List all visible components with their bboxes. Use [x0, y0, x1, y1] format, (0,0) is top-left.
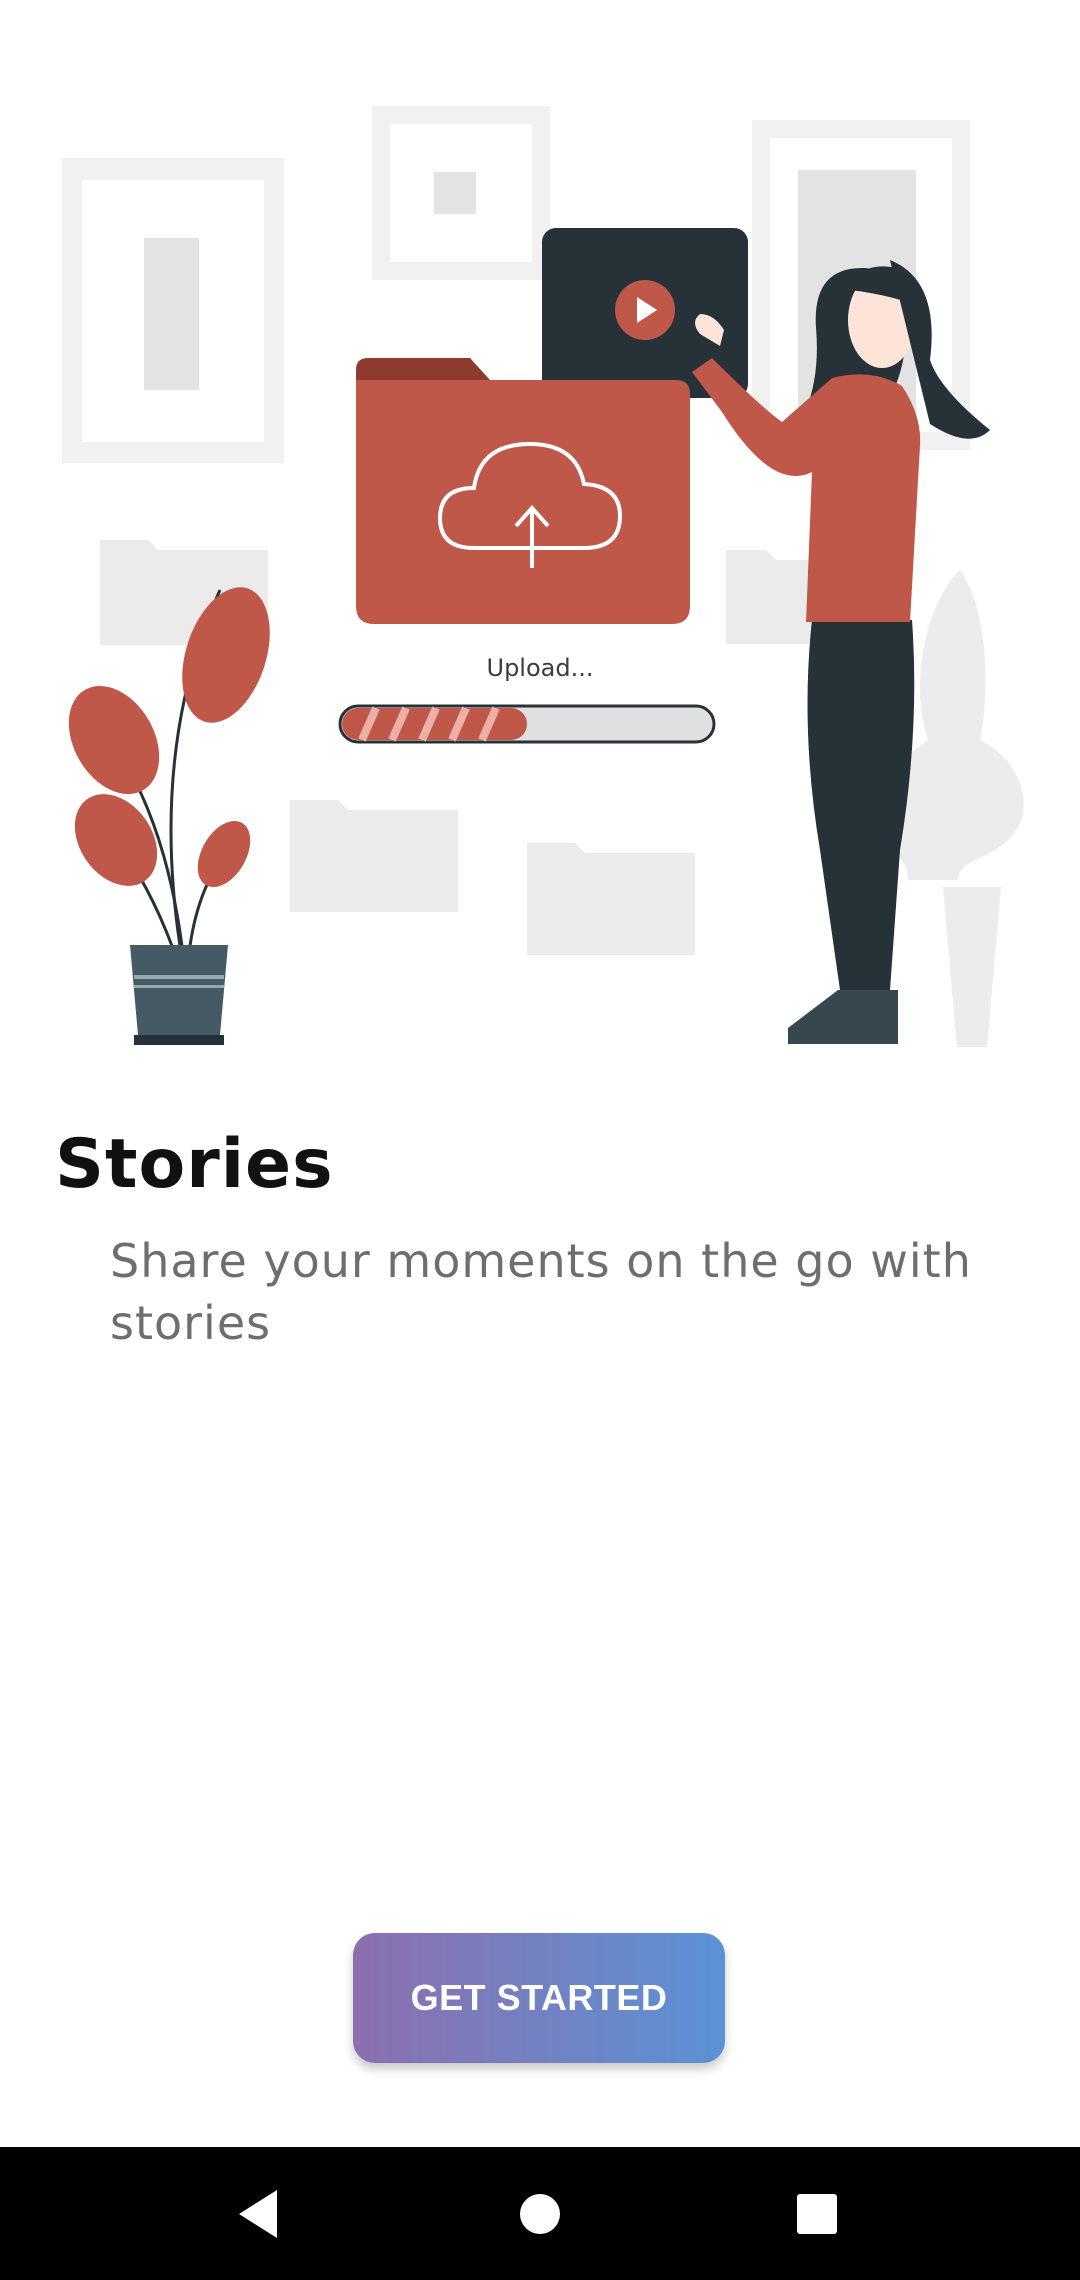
potted-plant — [68, 587, 270, 1045]
upload-label: Upload... — [487, 654, 594, 682]
page-title: Stories — [55, 1125, 334, 1204]
upload-progress-bar — [338, 704, 716, 744]
upload-folder — [356, 358, 690, 624]
picture-frame-top — [372, 106, 550, 280]
back-icon[interactable] — [214, 2169, 304, 2259]
onboarding-screen: Upload... Stories Share your moments on … — [0, 0, 1080, 2280]
home-icon[interactable] — [495, 2169, 585, 2259]
stories-illustration: Upload... — [62, 106, 1024, 1047]
system-navigation-bar — [0, 2147, 1080, 2280]
recents-icon[interactable] — [772, 2169, 862, 2259]
page-description: Share your moments on the go with storie… — [110, 1234, 972, 1350]
picture-frame-left — [62, 158, 284, 463]
get-started-button[interactable]: GET STARTED — [353, 1933, 725, 2063]
